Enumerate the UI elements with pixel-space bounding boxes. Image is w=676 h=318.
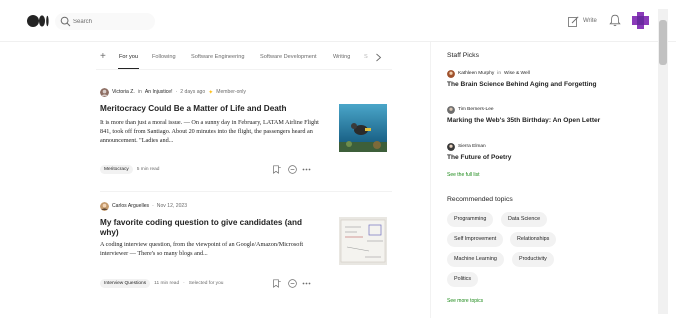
article-byline: Carlos Arguelles · Nov 12, 2023 [100, 201, 187, 211]
add-topic-plus-icon[interactable]: + [100, 51, 106, 62]
chevron-right-icon[interactable] [375, 53, 382, 62]
publication-name[interactable]: An Injustice! [145, 89, 173, 95]
topic-machine-learning[interactable]: Machine Learning [447, 252, 504, 267]
tab-truncated[interactable]: S [364, 54, 368, 60]
active-tab-underline [118, 68, 139, 69]
search-input[interactable] [73, 13, 151, 30]
article-title[interactable]: My favorite coding question to give cand… [100, 218, 322, 238]
member-only-label: Member-only [216, 89, 246, 95]
author-avatar[interactable] [100, 201, 109, 211]
author-avatar[interactable] [100, 87, 109, 97]
topic-productivity[interactable]: Productivity [512, 252, 554, 267]
topic-programming[interactable]: Programming [447, 212, 494, 227]
medium-logo-icon[interactable] [27, 15, 49, 27]
sidebar-divider [430, 42, 431, 318]
search-icon [60, 16, 71, 27]
article-thumbnail[interactable] [339, 104, 387, 152]
article-tag[interactable]: Interview Questions [100, 279, 151, 288]
article-title[interactable]: Meritocracy Could Be a Matter of Life an… [100, 104, 322, 114]
author-name[interactable]: Carlos Arguelles [112, 203, 149, 209]
search-box[interactable] [55, 13, 155, 30]
staff-pick-title[interactable]: The Brain Science Behind Aging and Forge… [447, 81, 642, 90]
write-label: Write [583, 18, 597, 24]
tab-software-development[interactable]: Software Development [260, 54, 317, 60]
tab-for-you[interactable]: For you [119, 54, 138, 60]
article-card[interactable]: Carlos Arguelles · Nov 12, 2023 My favor… [100, 201, 392, 296]
topic-tabs: + For you Following Software Engineering… [96, 48, 392, 70]
author-name[interactable]: Kathleen Murphy [458, 71, 494, 76]
post-date: 2 days ago [180, 89, 206, 95]
author-avatar [447, 69, 455, 78]
article-excerpt[interactable]: It is more than just a moral issue. — On… [100, 118, 322, 146]
more-options-icon[interactable] [302, 165, 311, 174]
separator-dot: · [183, 281, 185, 286]
in-word: in [497, 71, 501, 76]
show-less-icon[interactable] [288, 165, 297, 174]
read-time: 5 min read [136, 167, 160, 172]
article-byline: Victoria Z. in An Injustice! · 2 days ag… [100, 87, 246, 97]
author-avatar [447, 105, 455, 114]
author-name[interactable]: Tim Berners-Lee [458, 107, 494, 112]
author-avatar [447, 142, 455, 151]
member-star-icon: ✦ [208, 89, 214, 96]
bell-icon[interactable] [609, 14, 621, 27]
scrollbar-thumb[interactable] [659, 20, 667, 65]
publication-name[interactable]: Wise & Well [504, 71, 530, 76]
staff-picks-heading: Staff Picks [447, 52, 479, 59]
staff-pick-title[interactable]: Marking the Web's 35th Birthday: An Open… [447, 117, 642, 126]
article-tag[interactable]: Meritocracy [100, 165, 133, 174]
staff-pick-author[interactable]: Tim Berners-Lee [447, 105, 494, 114]
see-full-list-link[interactable]: See the full list [447, 172, 480, 178]
topic-self-improvement[interactable]: Self Improvement [447, 232, 504, 247]
post-date: Nov 12, 2023 [156, 203, 188, 209]
recommended-topics-heading: Recommended topics [447, 196, 513, 203]
article-excerpt[interactable]: A coding interview question, from the vi… [100, 240, 322, 258]
top-bar: Write [0, 0, 676, 42]
staff-pick-author[interactable]: Kathleen Murphy in Wise & Well [447, 69, 530, 78]
separator-dot: · [175, 89, 178, 95]
staff-pick-title[interactable]: The Future of Poetry [447, 154, 642, 163]
staff-pick-author[interactable]: Sierra Elman [447, 142, 486, 151]
author-name[interactable]: Sierra Elman [458, 144, 486, 149]
article-card[interactable]: Victoria Z. in An Injustice! · 2 days ag… [100, 87, 392, 192]
topic-data-science[interactable]: Data Science [501, 212, 548, 227]
more-options-icon[interactable] [302, 279, 311, 288]
avatar-icon[interactable] [632, 12, 649, 29]
read-time: 11 min read [154, 281, 180, 286]
author-name[interactable]: Victoria Z. [112, 89, 135, 95]
see-more-topics-link[interactable]: See more topics [447, 298, 483, 304]
topic-relationships[interactable]: Relationships [510, 232, 557, 247]
topic-politics[interactable]: Politics [447, 272, 479, 287]
bookmark-add-icon[interactable] [272, 279, 281, 288]
write-button[interactable]: Write [568, 15, 597, 27]
article-thumbnail[interactable] [339, 217, 387, 265]
write-icon [568, 15, 579, 27]
tab-following[interactable]: Following [152, 54, 176, 60]
tab-software-engineering[interactable]: Software Engineering [191, 54, 245, 60]
article-meta: Interview Questions 11 min read · Select… [100, 278, 223, 289]
separator-dot: · [152, 203, 154, 209]
show-less-icon[interactable] [288, 279, 297, 288]
in-word: in [137, 89, 142, 95]
article-meta: Meritocracy 5 min read [100, 164, 159, 175]
tab-writing[interactable]: Writing [333, 54, 350, 60]
bookmark-add-icon[interactable] [272, 165, 281, 174]
selected-for-you: Selected for you [188, 281, 224, 286]
